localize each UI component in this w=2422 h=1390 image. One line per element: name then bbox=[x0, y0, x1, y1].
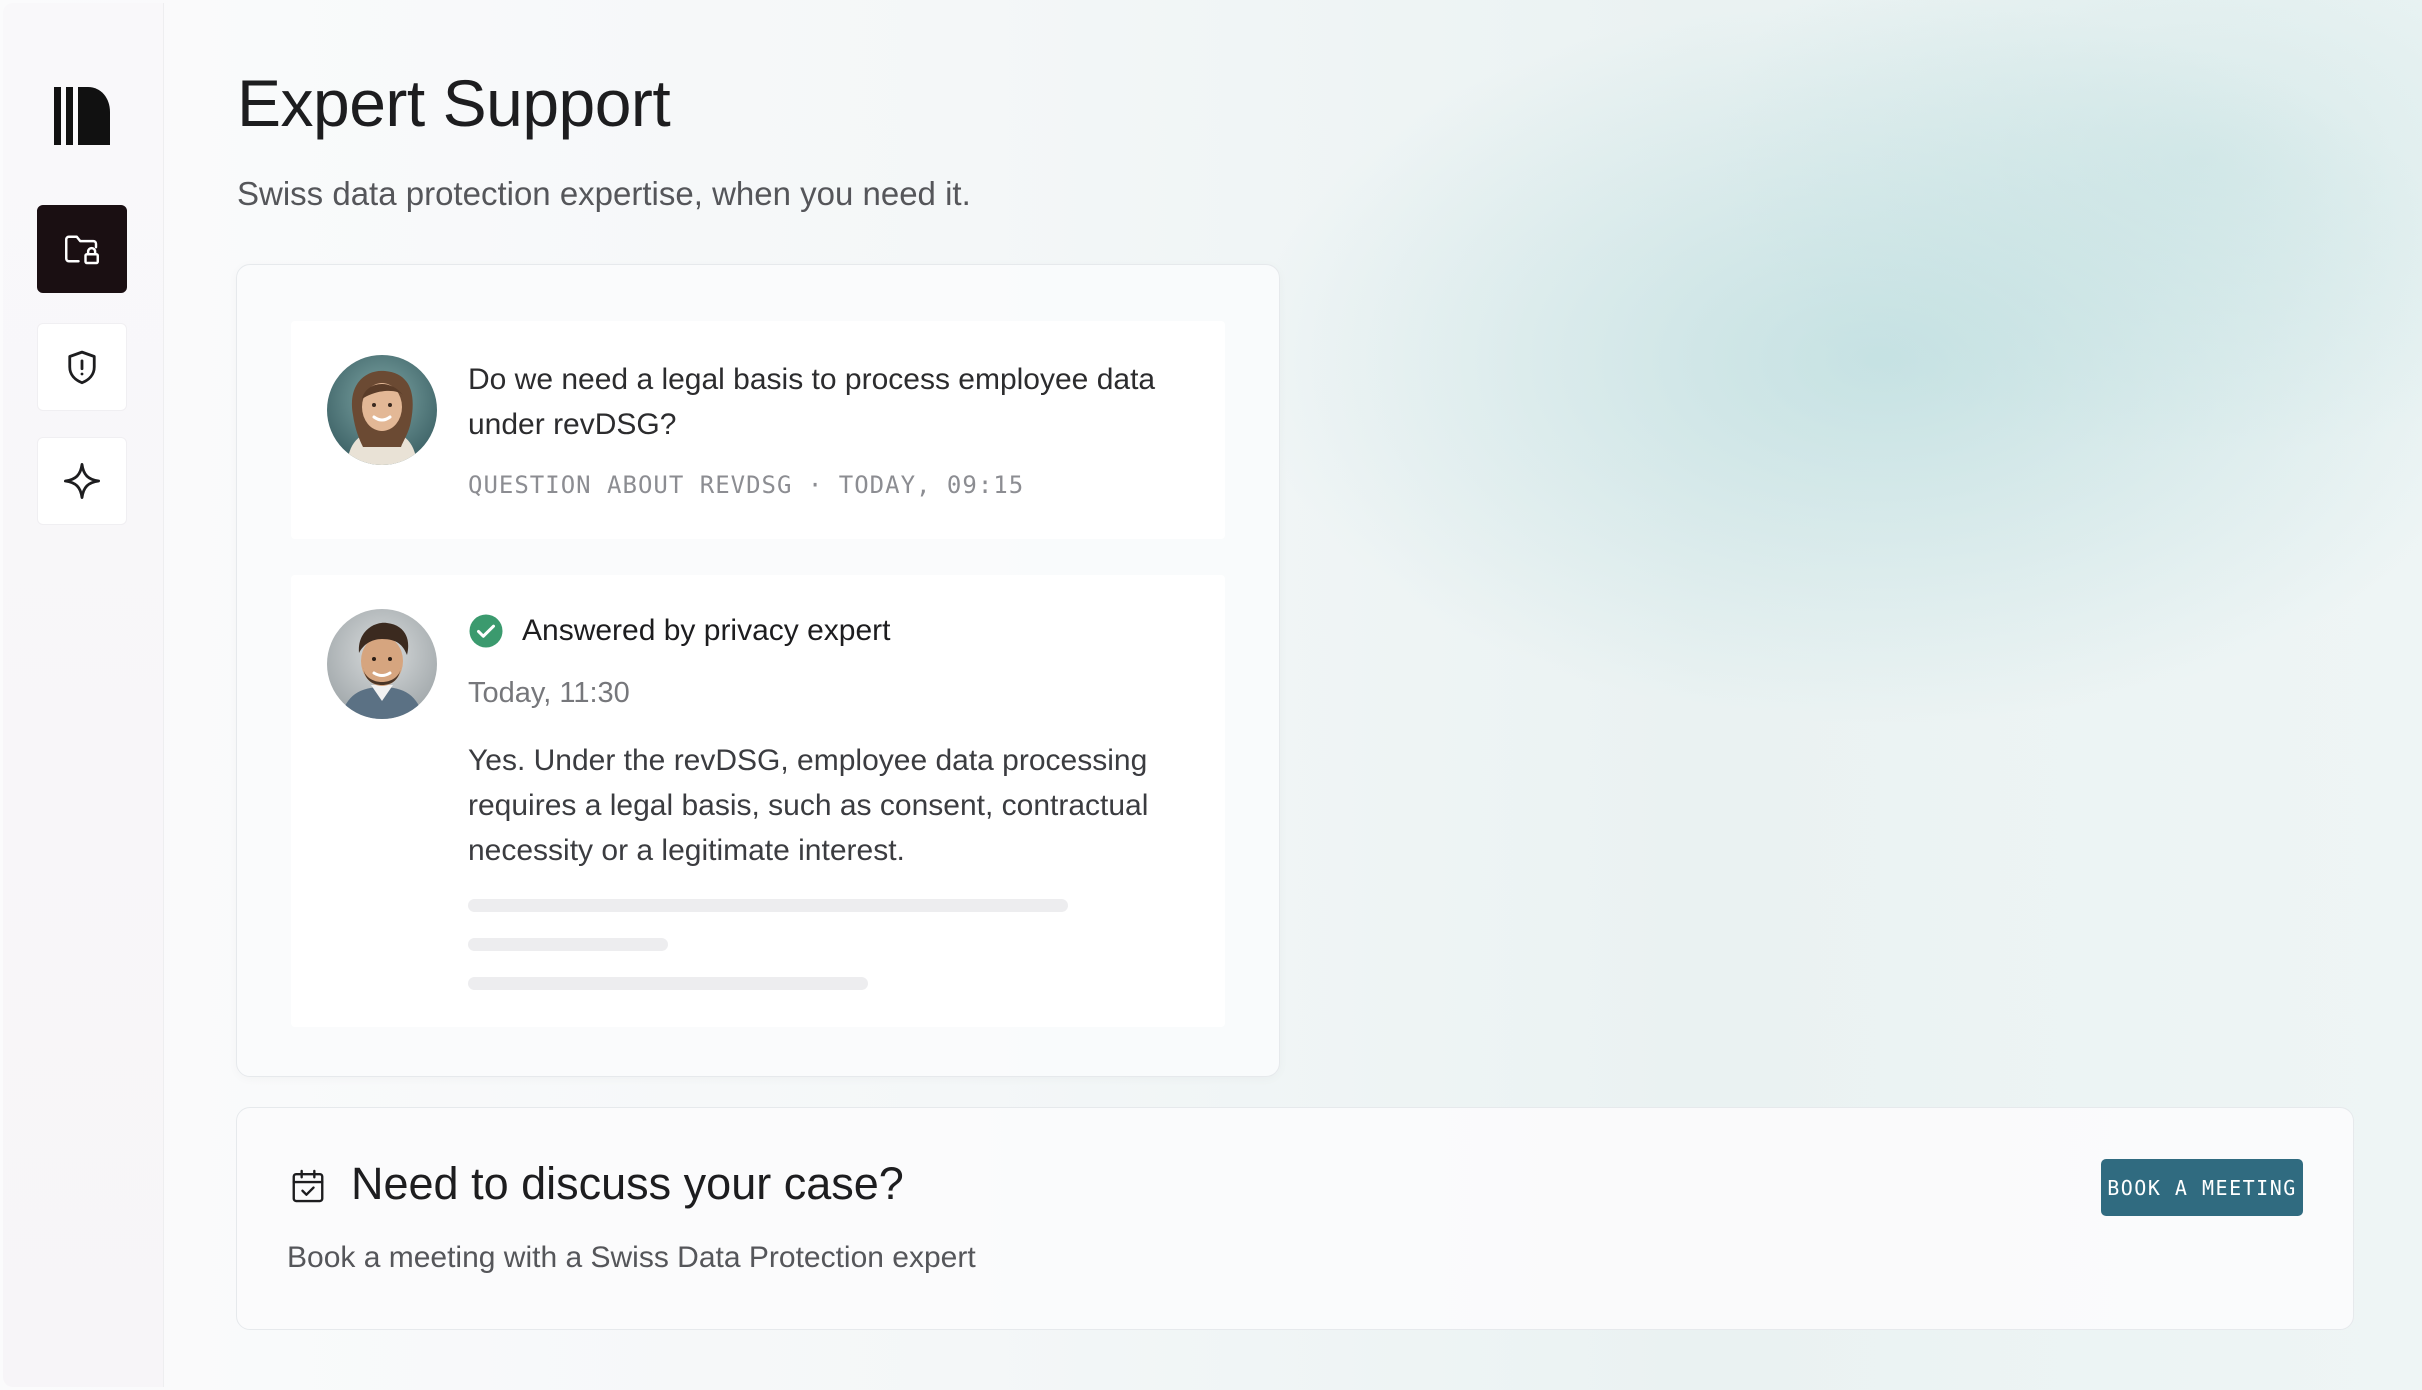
answer-message: Answered by privacy expert Today, 11:30 … bbox=[291, 575, 1225, 1027]
question-message: Do we need a legal basis to process empl… bbox=[291, 321, 1225, 539]
question-text: Do we need a legal basis to process empl… bbox=[468, 363, 1156, 441]
book-meeting-button[interactable]: BOOK A MEETING bbox=[2101, 1159, 2303, 1216]
cta-subtitle: Book a meeting with a Swiss Data Protect… bbox=[287, 1241, 976, 1274]
skeleton-line bbox=[468, 899, 1068, 912]
sidebar bbox=[3, 3, 164, 1387]
page-subtitle: Swiss data protection expertise, when yo… bbox=[237, 175, 971, 212]
folder-lock-icon bbox=[65, 235, 99, 265]
question-meta: QUESTION ABOUT REVDSG · TODAY, 09:15 bbox=[468, 471, 1025, 499]
shield-alert-icon bbox=[68, 350, 96, 385]
avatar-user bbox=[327, 355, 437, 465]
answer-text: Yes. Under the revDSG, employee data pro… bbox=[468, 744, 1149, 867]
avatar-expert bbox=[327, 609, 437, 719]
skeleton-line bbox=[468, 977, 868, 990]
sparkle-icon bbox=[63, 462, 101, 500]
check-circle-icon bbox=[469, 614, 503, 648]
app-frame: Expert Support Swiss data protection exp… bbox=[3, 3, 2419, 1387]
skeleton-line bbox=[468, 938, 668, 951]
sidebar-item-documents[interactable] bbox=[37, 205, 127, 293]
support-thread-card: Do we need a legal basis to process empl… bbox=[236, 264, 1280, 1077]
answer-status: Answered by privacy expert bbox=[468, 613, 891, 649]
book-meeting-card: Need to discuss your case? Book a meetin… bbox=[236, 1107, 2354, 1330]
calendar-check-icon bbox=[292, 1169, 324, 1203]
main-content: Expert Support Swiss data protection exp… bbox=[164, 3, 2419, 1387]
answer-time: Today, 11:30 bbox=[468, 677, 630, 709]
answer-status-label: Answered by privacy expert bbox=[522, 614, 891, 647]
page-title: Expert Support bbox=[237, 66, 671, 140]
sidebar-item-ai[interactable] bbox=[37, 437, 127, 525]
app-logo bbox=[54, 85, 110, 147]
cta-title: Need to discuss your case? bbox=[351, 1158, 904, 1209]
sidebar-item-security[interactable] bbox=[37, 323, 127, 411]
